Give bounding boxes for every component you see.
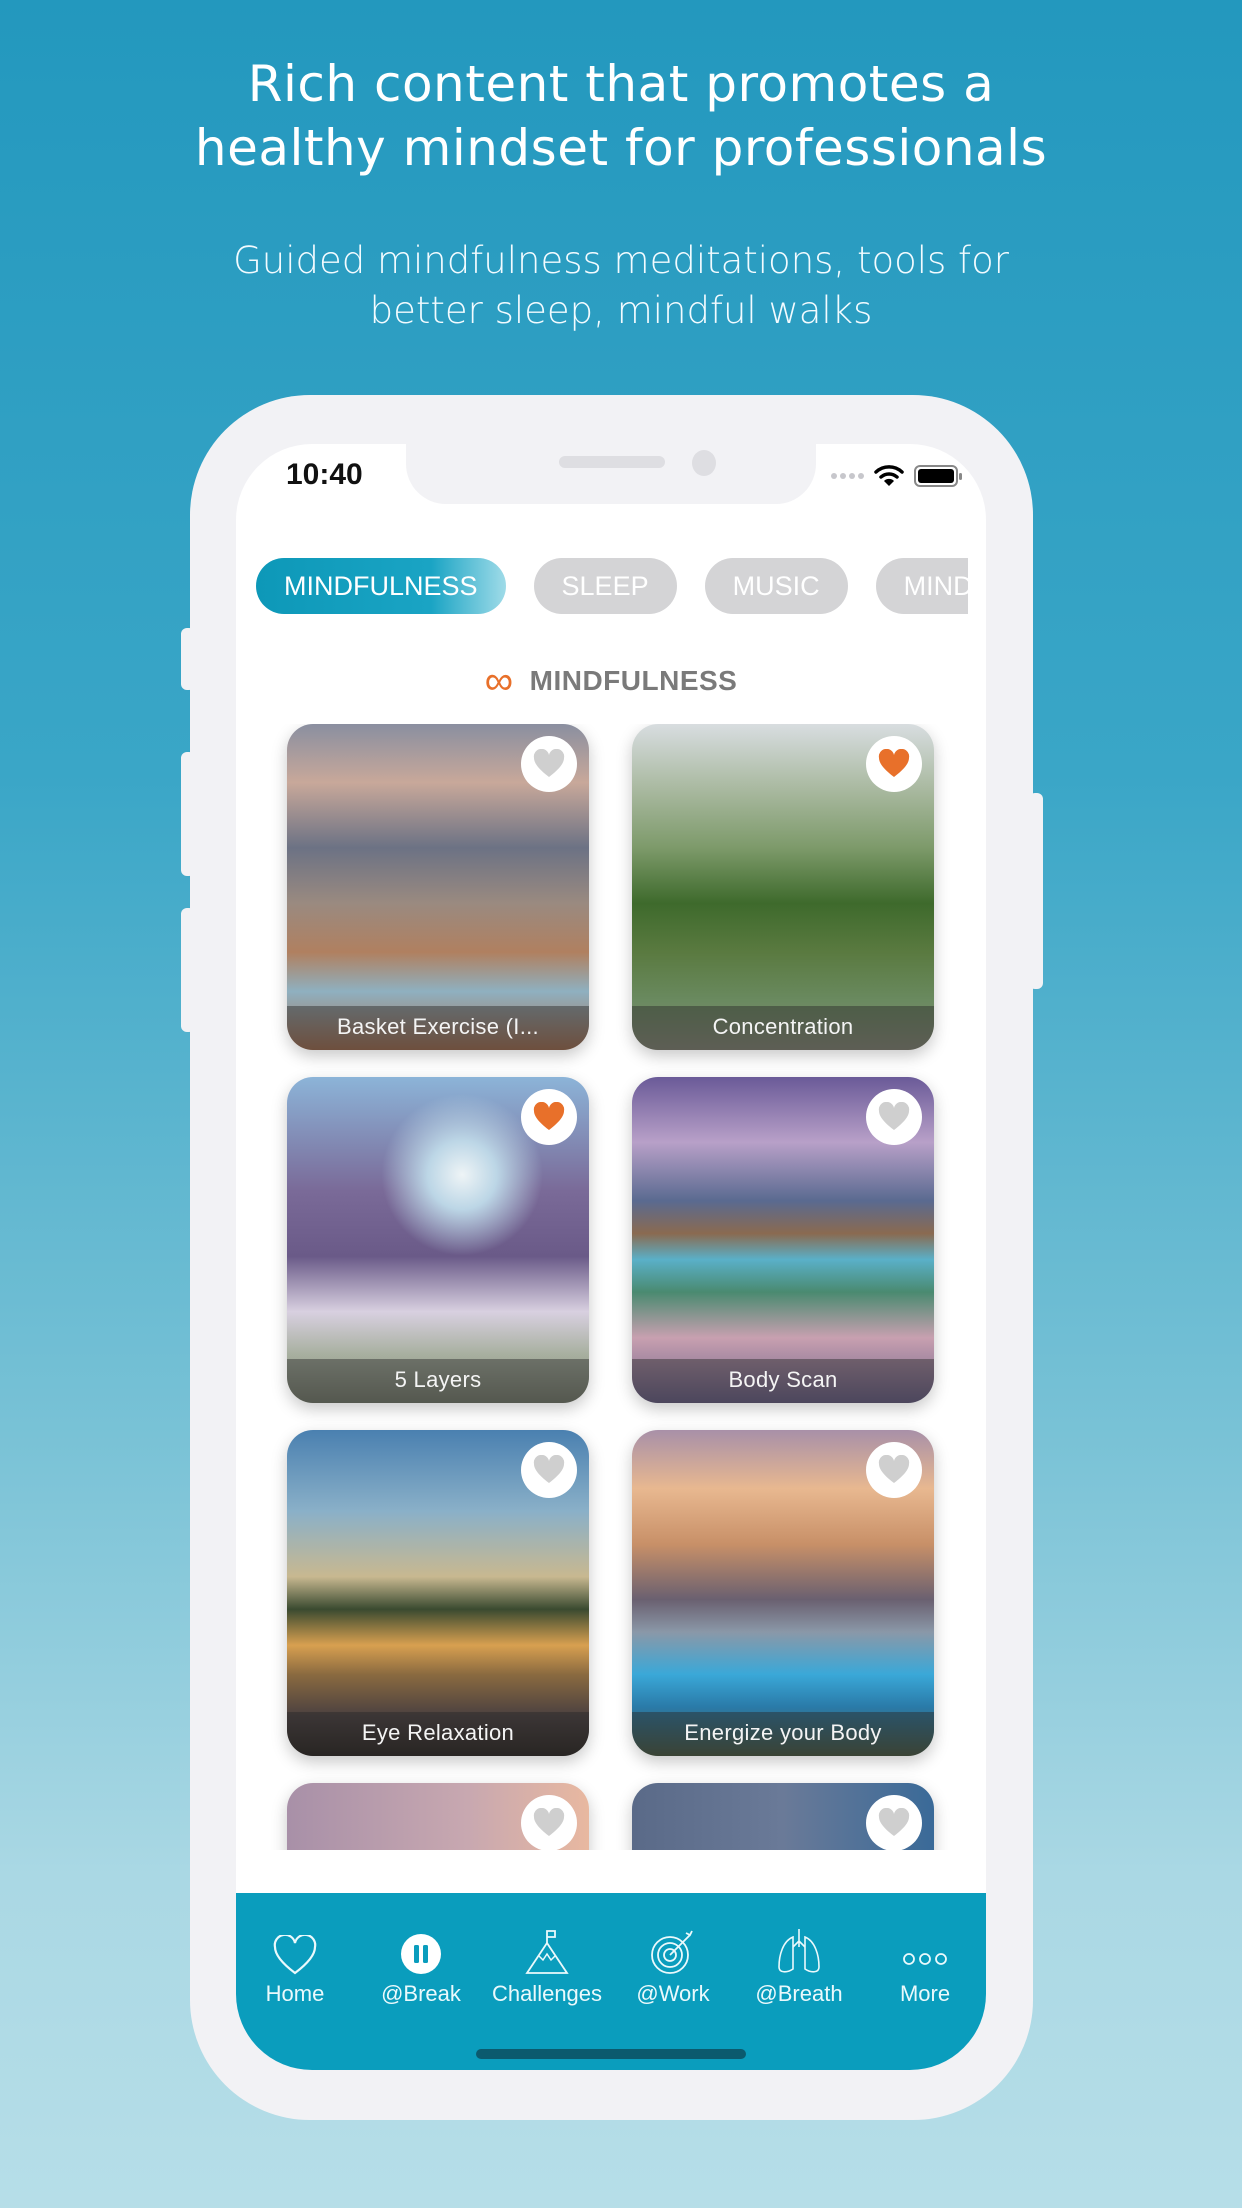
- heart-icon: [533, 749, 565, 777]
- heart-outline-icon: [273, 1935, 317, 1975]
- tab-mindful-walks[interactable]: MINDFUL WALKS: [875, 558, 968, 614]
- nav-home[interactable]: Home: [236, 1927, 358, 2007]
- session-card[interactable]: Concentration: [632, 724, 934, 1050]
- front-camera: [692, 450, 716, 476]
- lungs-icon: [778, 1929, 820, 1973]
- nav-home-label: Home: [265, 1981, 325, 2006]
- card-title: Body Scan: [632, 1359, 934, 1403]
- status-icons: [831, 464, 962, 488]
- tab-mindfulness[interactable]: MINDFULNESS: [256, 558, 506, 614]
- home-indicator[interactable]: [476, 2049, 746, 2059]
- nav-challenges-label: Challenges: [491, 1981, 603, 2006]
- card-title: Basket Exercise (I...: [287, 1006, 589, 1050]
- tab-music[interactable]: MUSIC: [704, 558, 848, 614]
- heart-filled-icon: [533, 1102, 565, 1130]
- favorite-button[interactable]: [866, 1795, 922, 1850]
- category-tabs: MINDFULNESS SLEEP MUSIC MINDFUL WALKS: [256, 558, 968, 614]
- session-card[interactable]: Energize your Body: [632, 1430, 934, 1756]
- nav-more-label: More: [899, 1981, 951, 2006]
- nav-work-label: @Work: [636, 1981, 710, 2006]
- heart-icon: [878, 1102, 910, 1130]
- favorite-button[interactable]: [521, 1089, 577, 1145]
- heart-icon: [878, 1808, 910, 1836]
- infinity-icon: ∞: [484, 659, 514, 703]
- promo-headline-line-2: healthy mindset for professionals: [194, 119, 1048, 177]
- section-title: MINDFULNESS: [529, 665, 738, 696]
- favorite-button[interactable]: [866, 1442, 922, 1498]
- pause-circle-icon: [401, 1934, 441, 1974]
- card-title: Energize your Body: [632, 1712, 934, 1756]
- promo-headline-line-1: Rich content that promotes a: [247, 55, 995, 113]
- bottom-tab-bar: Home @Break Challenges @Work @Breath Mor…: [236, 1893, 986, 2070]
- nav-challenges[interactable]: Challenges: [484, 1927, 610, 2007]
- session-card[interactable]: [287, 1783, 589, 1850]
- promo-subline-line-1: Guided mindfulness meditations, tools fo…: [233, 239, 1009, 282]
- heart-filled-icon: [878, 749, 910, 777]
- session-card[interactable]: 5 Layers: [287, 1077, 589, 1403]
- nav-break-label: @Break: [381, 1981, 461, 2006]
- session-grid: Basket Exercise (I... Concentration 5 La…: [236, 724, 986, 1850]
- battery-icon: [914, 465, 962, 487]
- tab-sleep[interactable]: SLEEP: [533, 558, 677, 614]
- mute-switch: [181, 628, 195, 690]
- card-title: Concentration: [632, 1006, 934, 1050]
- session-card[interactable]: Basket Exercise (I...: [287, 724, 589, 1050]
- more-dots-icon: [903, 1953, 947, 1965]
- volume-down-button: [181, 908, 195, 1032]
- favorite-button[interactable]: [521, 1795, 577, 1850]
- wifi-icon: [874, 465, 904, 486]
- favorite-button[interactable]: [866, 736, 922, 792]
- card-title: 5 Layers: [287, 1359, 589, 1403]
- favorite-button[interactable]: [521, 736, 577, 792]
- cellular-dots-icon: [831, 473, 864, 479]
- mountain-flag-icon: [525, 1930, 569, 1974]
- heart-icon: [878, 1455, 910, 1483]
- status-time: 10:40: [286, 458, 363, 491]
- power-button: [1029, 793, 1043, 989]
- app-screen: 10:40 MINDFULNESS SLEEP MUSIC MINDFUL WA…: [236, 444, 986, 2070]
- promo-headline: Rich content that promotes a healthy min…: [0, 52, 1242, 180]
- section-header: ∞ MINDFULNESS: [236, 659, 986, 704]
- favorite-button[interactable]: [866, 1089, 922, 1145]
- volume-up-button: [181, 752, 195, 876]
- session-card[interactable]: Eye Relaxation: [287, 1430, 589, 1756]
- session-card[interactable]: Body Scan: [632, 1077, 934, 1403]
- nav-breath[interactable]: @Breath: [736, 1927, 862, 2007]
- heart-icon: [533, 1455, 565, 1483]
- promo-subline-line-2: better sleep, mindful walks: [369, 289, 873, 332]
- target-icon: [651, 1930, 693, 1974]
- heart-icon: [533, 1808, 565, 1836]
- nav-break[interactable]: @Break: [358, 1927, 484, 2007]
- nav-breath-label: @Breath: [755, 1981, 843, 2006]
- nav-more[interactable]: More: [862, 1927, 986, 2007]
- session-card[interactable]: [632, 1783, 934, 1850]
- speaker-grille: [559, 456, 665, 468]
- favorite-button[interactable]: [521, 1442, 577, 1498]
- promo-subline: Guided mindfulness meditations, tools fo…: [0, 236, 1242, 336]
- notch: [406, 444, 816, 504]
- nav-work[interactable]: @Work: [610, 1927, 736, 2007]
- card-title: Eye Relaxation: [287, 1712, 589, 1756]
